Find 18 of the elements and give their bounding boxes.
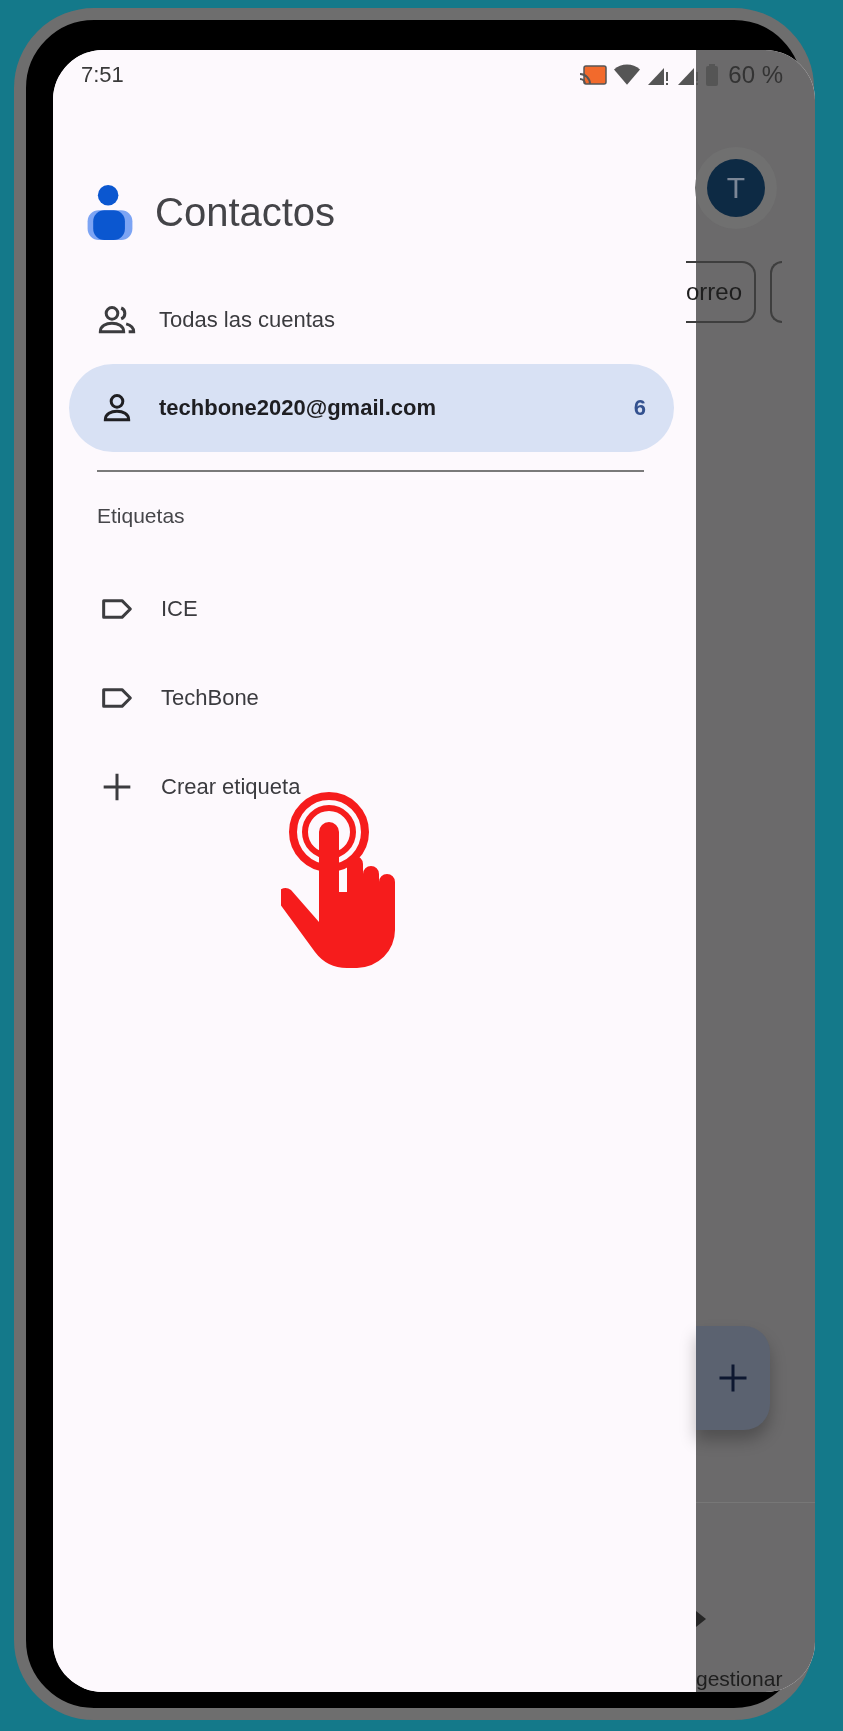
section-heading: Etiquetas	[96, 503, 186, 529]
battery-level: 60 %	[728, 61, 783, 89]
status-time: 7:51	[81, 62, 124, 88]
label-item[interactable]: TechBone	[53, 653, 696, 742]
contact-count: 6	[633, 395, 646, 421]
label-item[interactable]: ICE	[53, 564, 696, 653]
nav-label: gestionar	[696, 1667, 784, 1691]
app-title: Contactos	[155, 189, 336, 235]
add-button[interactable]	[696, 1326, 770, 1430]
cast-icon	[578, 64, 609, 86]
account-item[interactable]: techbone2020@gmail.com 6	[69, 364, 674, 452]
filter-chip[interactable]	[770, 261, 783, 323]
wifi-icon	[614, 64, 641, 86]
create-label-item[interactable]: Crear etiqueta	[53, 742, 696, 831]
contacts-logo-icon	[87, 184, 133, 240]
account-item[interactable]: Todas las cuentas	[69, 276, 674, 364]
account-label: techbone2020@gmail.com	[159, 395, 437, 421]
account-label: Todas las cuentas	[159, 307, 337, 333]
